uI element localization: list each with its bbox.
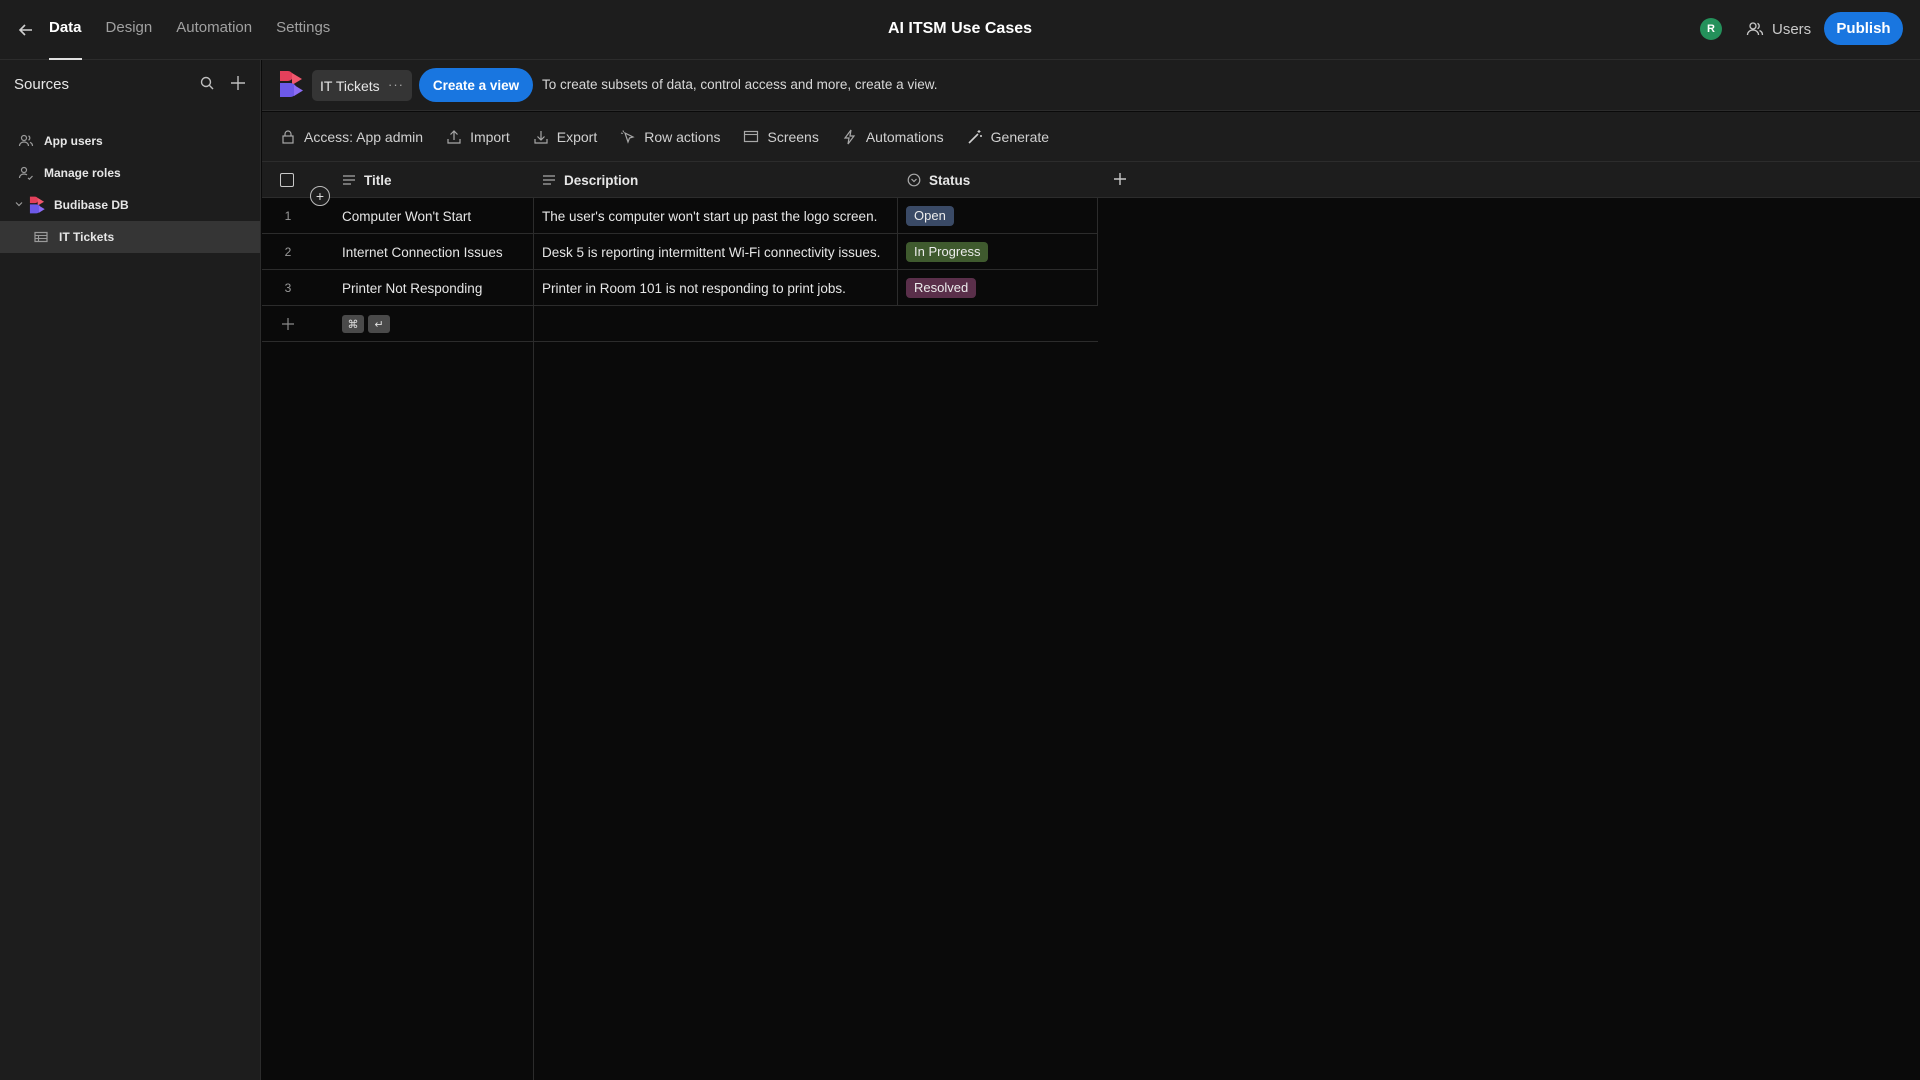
view-bar: IT Tickets ··· Create a view To create s… xyxy=(262,60,1920,111)
sidebar-item-label: Manage roles xyxy=(44,166,121,180)
sidebar-item-label: IT Tickets xyxy=(59,230,115,244)
avatar[interactable]: R xyxy=(1700,18,1722,40)
automations-button[interactable]: Automations xyxy=(842,129,944,145)
text-icon xyxy=(542,173,556,187)
users-icon xyxy=(1746,20,1764,38)
main-panel: IT Tickets ··· Create a view To create s… xyxy=(262,60,1920,1080)
publish-button[interactable]: Publish xyxy=(1824,12,1903,45)
cell-title[interactable]: Printer Not Responding xyxy=(342,270,482,306)
new-row-shortcut: ⌘ ↵ xyxy=(342,306,394,342)
cell-title[interactable]: Computer Won't Start xyxy=(342,198,471,234)
row-actions-button[interactable]: Row actions xyxy=(620,129,720,145)
cursor-icon xyxy=(620,129,636,145)
magic-wand-icon xyxy=(967,129,983,145)
budibase-logo xyxy=(28,196,46,214)
export-button[interactable]: Export xyxy=(533,129,597,145)
cell-description[interactable]: The user's computer won't start up past … xyxy=(542,198,877,234)
automations-label: Automations xyxy=(865,128,944,145)
column-header-description[interactable]: Description xyxy=(542,162,638,198)
table-tab-label: IT Tickets xyxy=(320,77,380,94)
sidebar-item-manage-roles[interactable]: Manage roles xyxy=(0,157,260,189)
cell-description[interactable]: Desk 5 is reporting intermittent Wi-Fi c… xyxy=(542,234,880,270)
options-icon xyxy=(907,173,921,187)
cell-status[interactable]: In Progress xyxy=(906,234,989,270)
cell-status[interactable]: Resolved xyxy=(906,270,977,306)
export-label: Export xyxy=(556,128,598,145)
lock-icon xyxy=(280,129,296,145)
row-number: 1 xyxy=(284,209,292,223)
add-column-button[interactable] xyxy=(1106,162,1134,198)
chevron-down-icon[interactable] xyxy=(14,198,24,212)
table-icon xyxy=(33,229,49,245)
table-row[interactable]: 3 Printer Not Responding Printer in Room… xyxy=(262,270,1098,306)
status-badge: Open xyxy=(906,206,954,226)
back-arrow-icon[interactable] xyxy=(14,18,38,42)
users-label: Users xyxy=(1772,20,1812,38)
screens-label: Screens xyxy=(767,128,819,145)
action-toolbar: Access: App admin Import Export Row acti… xyxy=(262,112,1920,162)
cell-title[interactable]: Internet Connection Issues xyxy=(342,234,503,270)
column-header-status[interactable]: Status xyxy=(907,162,970,198)
create-view-button[interactable]: Create a view xyxy=(419,68,533,102)
column-header-title[interactable]: Title xyxy=(342,162,392,198)
row-actions-label: Row actions xyxy=(644,128,721,145)
status-badge: In Progress xyxy=(906,242,989,262)
access-label: Access: App admin xyxy=(304,128,424,145)
tab-automation[interactable]: Automation xyxy=(176,0,252,60)
row-number: 2 xyxy=(284,245,292,259)
column-header-label: Title xyxy=(364,172,392,188)
cell-status[interactable]: Open xyxy=(906,198,954,234)
generate-button[interactable]: Generate xyxy=(967,129,1049,145)
import-label: Import xyxy=(470,128,510,145)
lightning-icon xyxy=(842,129,858,145)
create-view-hint: To create subsets of data, control acces… xyxy=(542,77,938,92)
plus-icon xyxy=(282,318,294,330)
table-tab-it-tickets[interactable]: IT Tickets ··· xyxy=(312,70,412,101)
table-row[interactable]: 1 Computer Won't Start The user's comput… xyxy=(262,198,1098,234)
plus-icon xyxy=(1113,172,1127,189)
upload-icon xyxy=(446,129,462,145)
sidebar: Sources App users Manage roles Budibase … xyxy=(0,60,261,1080)
screens-button[interactable]: Screens xyxy=(743,128,819,145)
access-button[interactable]: Access: App admin xyxy=(280,129,423,145)
cell-description[interactable]: Printer in Room 101 is not responding to… xyxy=(542,270,846,306)
sidebar-item-label: App users xyxy=(44,134,103,148)
nav-tabs: Data Design Automation Settings xyxy=(49,0,354,60)
top-bar: Data Design Automation Settings AI ITSM … xyxy=(0,0,1920,60)
budibase-logo xyxy=(278,70,304,98)
sidebar-item-label: Budibase DB xyxy=(54,198,129,212)
enter-key: ↵ xyxy=(368,315,390,333)
sidebar-title: Sources xyxy=(14,75,70,93)
tab-settings[interactable]: Settings xyxy=(276,0,330,60)
screen-icon xyxy=(743,129,759,145)
select-all-checkbox[interactable] xyxy=(280,173,294,187)
tab-design[interactable]: Design xyxy=(106,0,153,60)
table-row[interactable]: 2 Internet Connection Issues Desk 5 is r… xyxy=(262,234,1098,270)
row-number: 3 xyxy=(284,281,292,295)
sidebar-header: Sources xyxy=(0,60,260,108)
users-icon xyxy=(18,133,34,149)
status-badge: Resolved xyxy=(906,278,977,298)
command-key: ⌘ xyxy=(342,315,364,333)
generate-label: Generate xyxy=(990,128,1050,145)
add-source-icon[interactable] xyxy=(228,73,248,93)
sidebar-item-budibase-db[interactable]: Budibase DB xyxy=(0,189,260,221)
sidebar-item-it-tickets[interactable]: IT Tickets xyxy=(0,221,260,253)
search-icon[interactable] xyxy=(198,74,216,92)
more-options-icon[interactable]: ··· xyxy=(388,77,404,92)
text-icon xyxy=(342,173,356,187)
column-header-label: Description xyxy=(564,172,639,188)
column-header-label: Status xyxy=(929,172,971,188)
grid-header: Title Description Status xyxy=(262,162,1920,198)
add-row-button[interactable] xyxy=(262,306,314,342)
import-button[interactable]: Import xyxy=(446,129,510,145)
download-icon xyxy=(533,129,549,145)
users-button[interactable]: Users xyxy=(1746,18,1811,40)
tab-data[interactable]: Data xyxy=(49,0,82,60)
user-roles-icon xyxy=(18,165,34,181)
sidebar-item-app-users[interactable]: App users xyxy=(0,125,260,157)
new-row[interactable]: ⌘ ↵ xyxy=(262,306,1098,342)
